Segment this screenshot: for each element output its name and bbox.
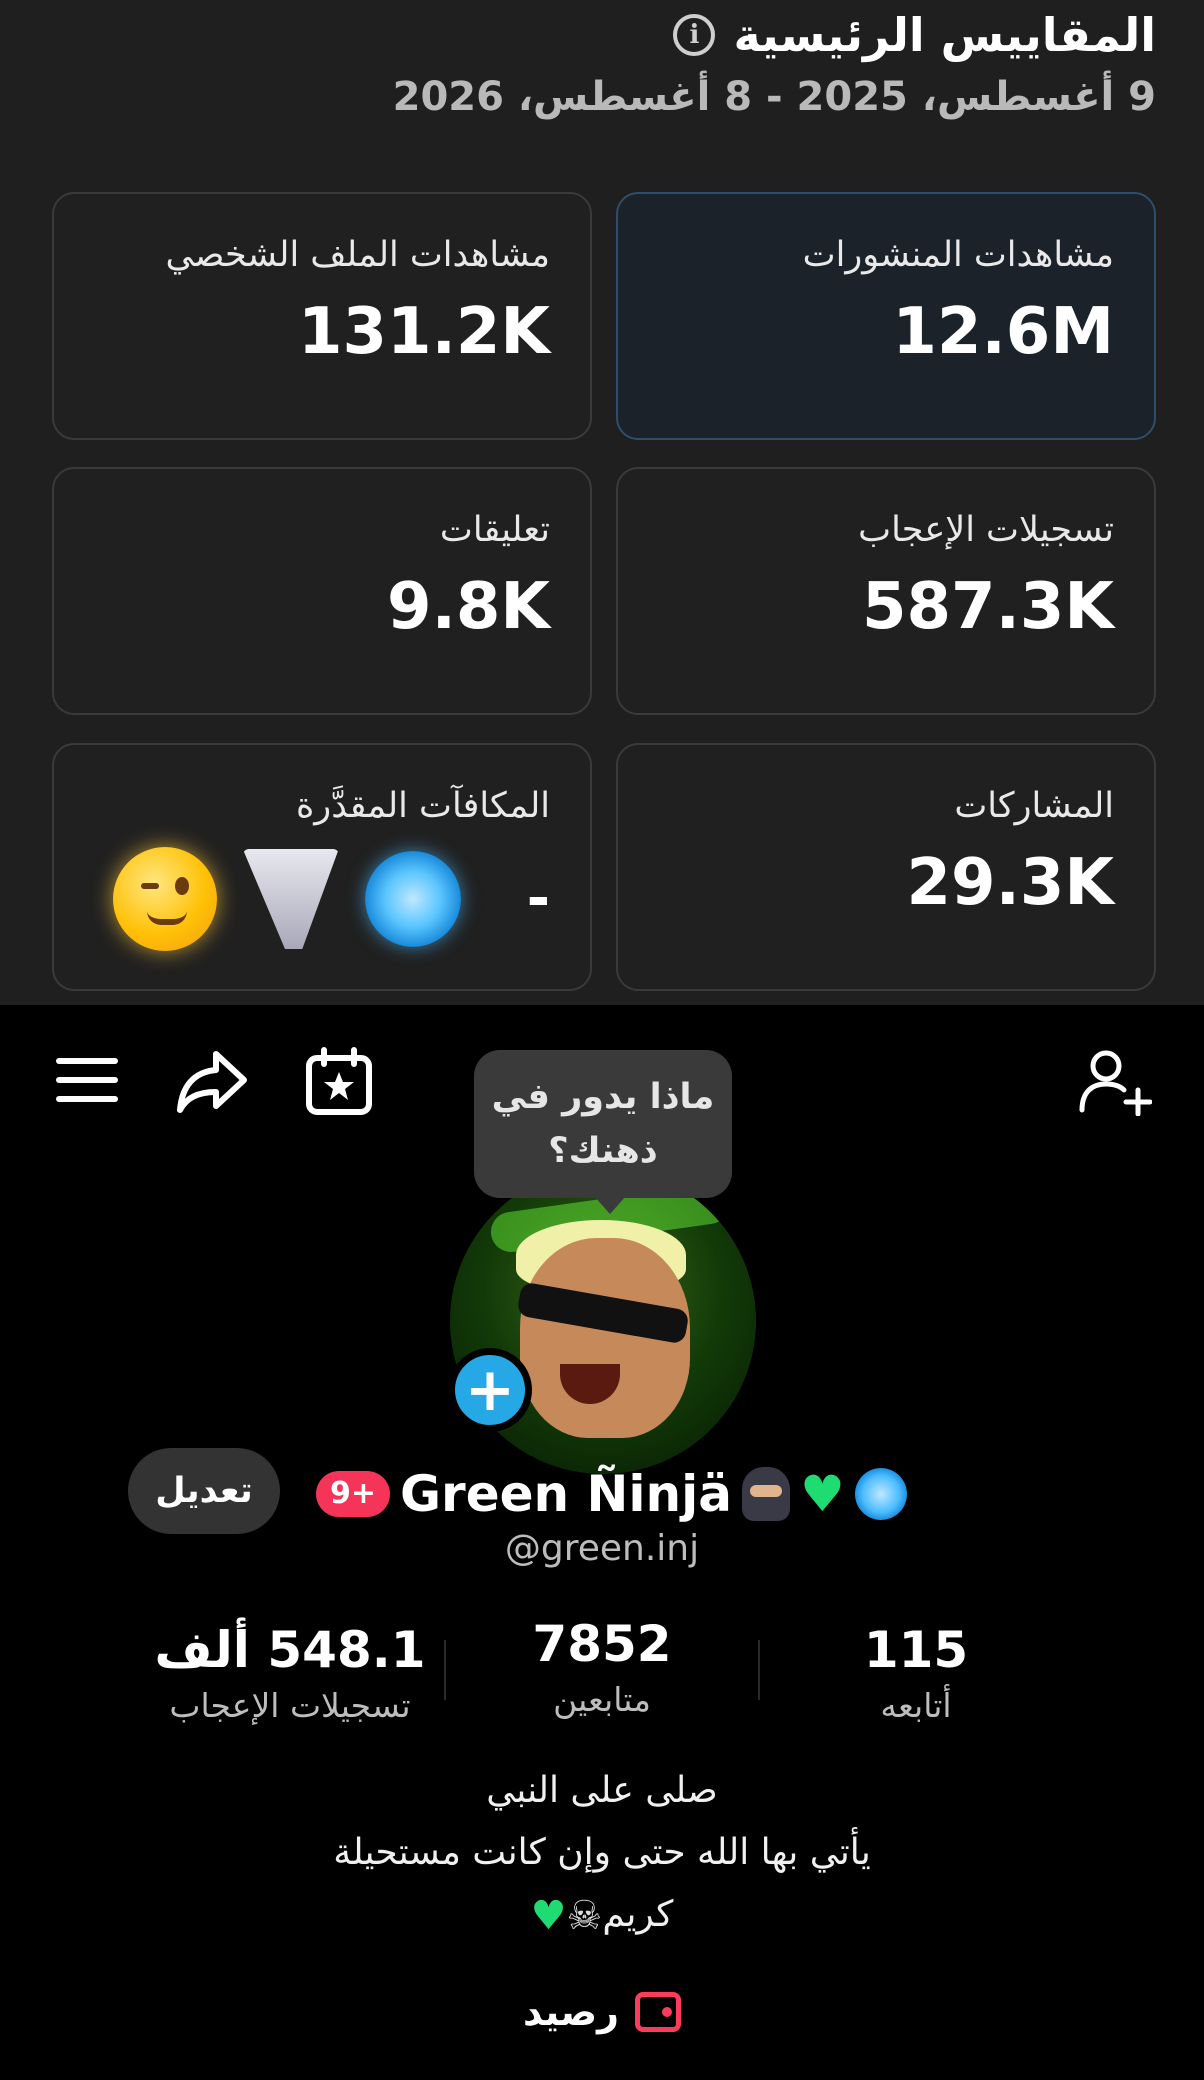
add-story-button[interactable]: + [448, 1348, 532, 1432]
metric-card-shares[interactable]: المشاركات 29.3K [616, 743, 1156, 991]
metric-value: 12.6M [892, 295, 1114, 369]
metric-label: مشاهدات المنشورات [802, 235, 1114, 275]
metric-label: تسجيلات الإعجاب [858, 510, 1114, 550]
username-handle: @green.inj [504, 1528, 700, 1569]
menu-icon[interactable] [56, 1058, 118, 1106]
wallet-icon [635, 1992, 682, 2032]
calendar-star-icon[interactable] [304, 1046, 374, 1118]
wallet-label: رصيد [522, 1990, 620, 2034]
notification-badge[interactable]: 9+ [316, 1471, 391, 1517]
wallet-balance-link[interactable]: رصيد [0, 1990, 1204, 2034]
winking-face-emoji-icon [112, 847, 217, 951]
skull-crossbones-emoji-icon: ☠ [566, 1893, 603, 1939]
share-icon[interactable] [174, 1046, 250, 1118]
stat-followers-label: متابعين [553, 1680, 651, 1719]
green-heart-emoji-icon: ♥ [800, 1465, 845, 1523]
metric-card-post-views[interactable]: مشاهدات المنشورات 12.6M [616, 192, 1156, 440]
bio-line-3-row: كريم☠♥ [0, 1884, 1204, 1947]
metric-label: المكافآت المقدَّرة [295, 786, 550, 826]
tornado-emoji-icon [242, 849, 339, 949]
stat-divider [444, 1640, 446, 1700]
metric-card-comments[interactable]: تعليقات 9.8K [52, 467, 592, 715]
thought-bubble[interactable]: ماذا يدور في ذهنك؟ [474, 1050, 732, 1214]
stat-likes-value: 548.1 ألف [154, 1621, 426, 1679]
stat-likes-label: تسجيلات الإعجاب [169, 1686, 411, 1725]
metric-value: - [526, 866, 550, 931]
fingerprint-emoji-icon [364, 851, 461, 947]
bio-line-2: يأتي بها الله حتى وإن كانت مستحيلة [333, 1832, 871, 1873]
metric-value: 9.8K [387, 570, 550, 644]
metric-value: 587.3K [861, 570, 1114, 644]
key-metrics-panel: المقاييس الرئيسية i 9 أغسطس، 2025 - 8 أغ… [0, 0, 1204, 1005]
display-name: Green Ñinjä [400, 1465, 732, 1523]
metric-value: 131.2K [297, 295, 550, 369]
reward-value-row: - [94, 847, 550, 951]
metrics-date-range: 9 أغسطس، 2025 - 8 أغسطس، 2026 [392, 74, 1156, 120]
metrics-header: المقاييس الرئيسية i [673, 8, 1156, 62]
stat-following-value: 115 [863, 1621, 969, 1679]
stat-followers[interactable]: 7852 متابعين [502, 1614, 702, 1719]
metric-label: المشاركات [954, 786, 1114, 826]
green-heart-emoji-icon: ♥ [530, 1893, 567, 1939]
metric-label: تعليقات [439, 510, 550, 550]
profile-bio: صلى على النبي يأتي بها الله حتى وإن كانت… [0, 1760, 1204, 1947]
metric-card-likes[interactable]: تسجيلات الإعجاب 587.3K [616, 467, 1156, 715]
stat-followers-value: 7852 [532, 1615, 672, 1673]
ninja-emoji-icon [742, 1467, 790, 1521]
stat-likes[interactable]: 548.1 ألف تسجيلات الإعجاب [140, 1620, 440, 1725]
stat-divider [758, 1640, 760, 1700]
fingerprint-emoji-icon [854, 1468, 907, 1520]
add-friend-icon[interactable] [1076, 1046, 1152, 1116]
profile-name-row: 9+ Green Ñinjä ♥ [316, 1456, 907, 1532]
metrics-title: المقاييس الرئيسية [733, 8, 1156, 62]
bio-line-3: كريم [602, 1894, 674, 1935]
bio-line-1: صلى على النبي [486, 1770, 718, 1811]
info-icon[interactable]: i [673, 14, 716, 56]
metric-card-estimated-rewards[interactable]: المكافآت المقدَّرة - [52, 743, 592, 991]
metric-card-profile-views[interactable]: مشاهدات الملف الشخصي 131.2K [52, 192, 592, 440]
metric-label: مشاهدات الملف الشخصي [165, 235, 550, 275]
stat-following-label: أتابعه [880, 1686, 952, 1725]
metric-value: 29.3K [906, 846, 1115, 920]
edit-profile-button[interactable]: تعديل [128, 1448, 280, 1534]
stat-following[interactable]: 115 أتابعه [836, 1620, 996, 1725]
